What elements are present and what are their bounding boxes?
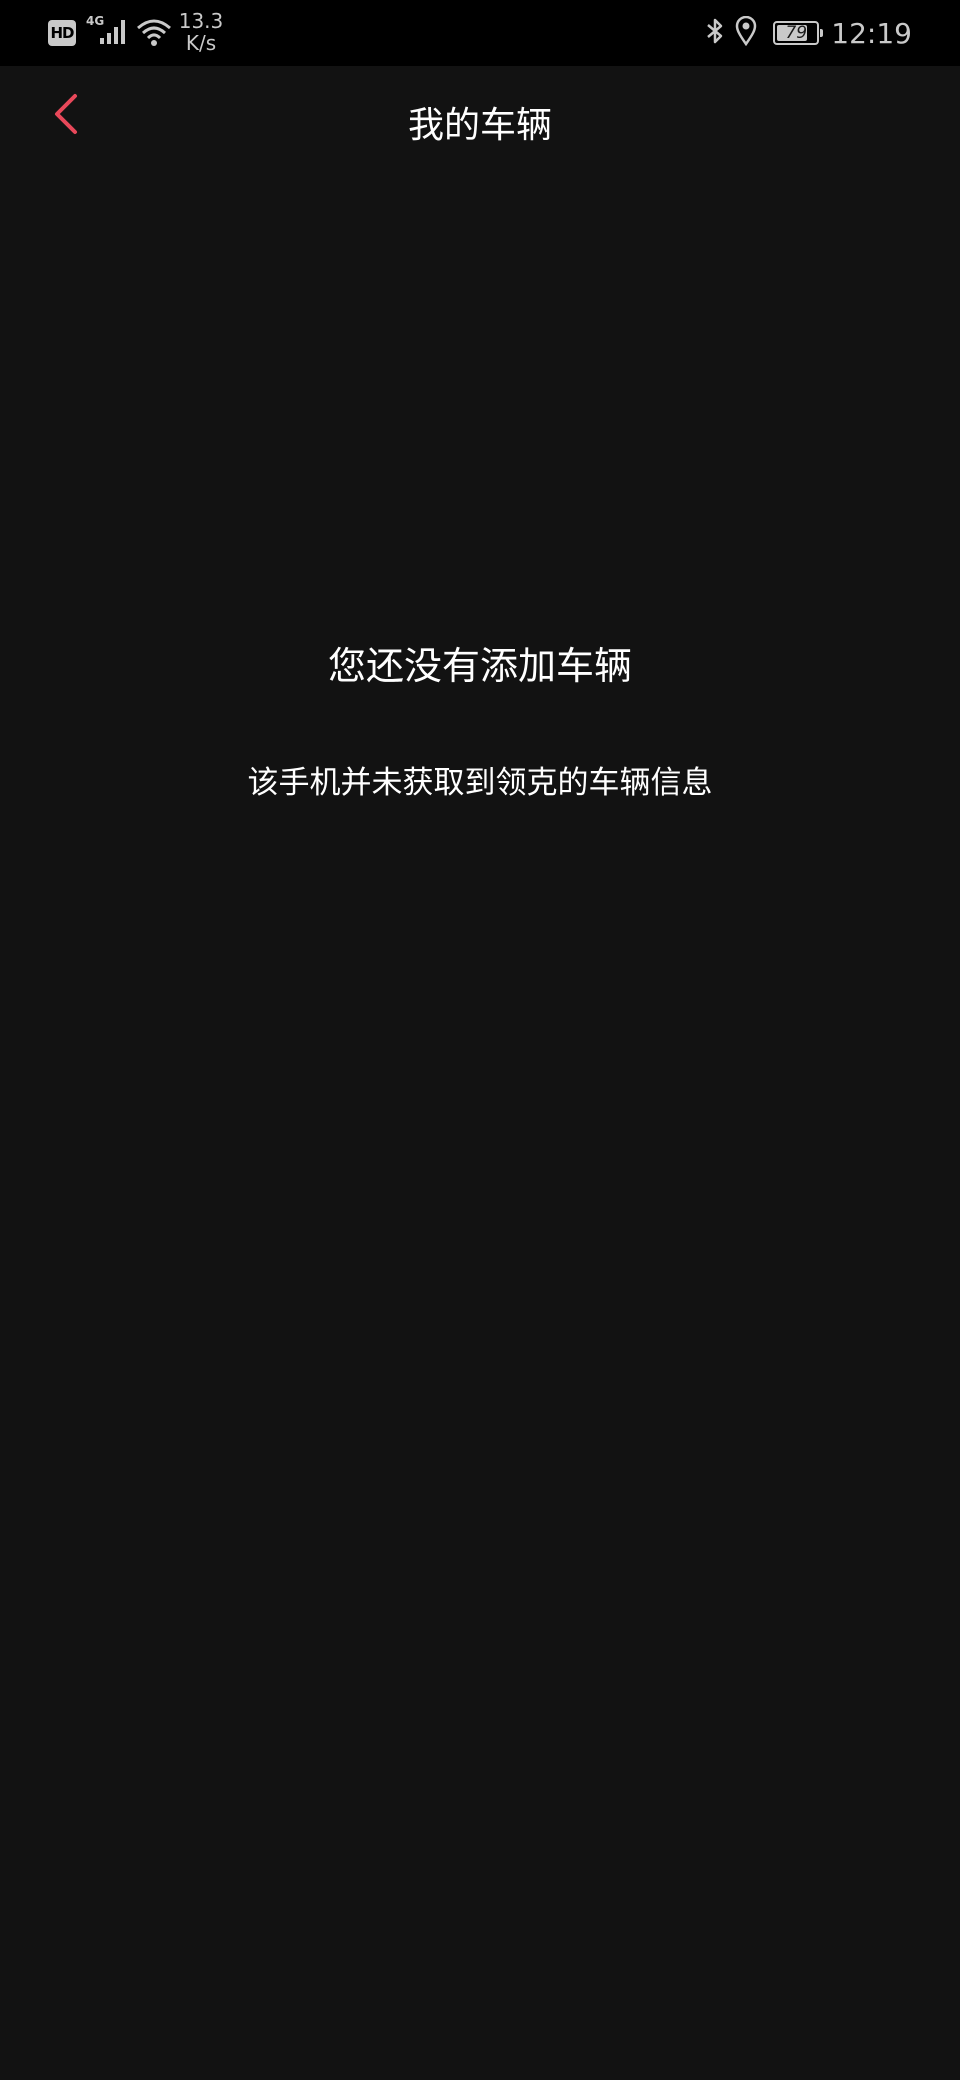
signal-icon <box>98 16 130 50</box>
status-bar: HD 4G 13.3 K/s 79 12:19 <box>0 0 960 66</box>
network-speed: 13.3 K/s <box>178 10 224 54</box>
clock: 12:19 <box>831 16 912 50</box>
empty-state-description: 该手机并未获取到领克的车辆信息 <box>247 765 713 801</box>
app-header: 我的车辆 <box>0 66 960 178</box>
empty-state: 您还没有添加车辆 该手机并未获取到领克的车辆信息 <box>0 640 960 804</box>
empty-state-title: 您还没有添加车辆 <box>327 644 632 688</box>
status-bar-left: HD 4G 13.3 K/s <box>48 10 223 56</box>
network-speed-value: 13.3 <box>178 9 224 33</box>
battery-icon: 79 <box>773 21 824 45</box>
wifi-icon <box>136 18 172 52</box>
battery-level: 79 <box>785 23 808 43</box>
location-icon <box>735 15 757 50</box>
network-speed-unit: K/s <box>185 31 217 55</box>
hd-badge: HD <box>48 20 76 46</box>
battery-tip <box>820 29 824 37</box>
bluetooth-icon <box>705 16 725 50</box>
status-bar-right: 79 12:19 <box>705 10 912 56</box>
page-title: 我的车辆 <box>407 105 552 146</box>
